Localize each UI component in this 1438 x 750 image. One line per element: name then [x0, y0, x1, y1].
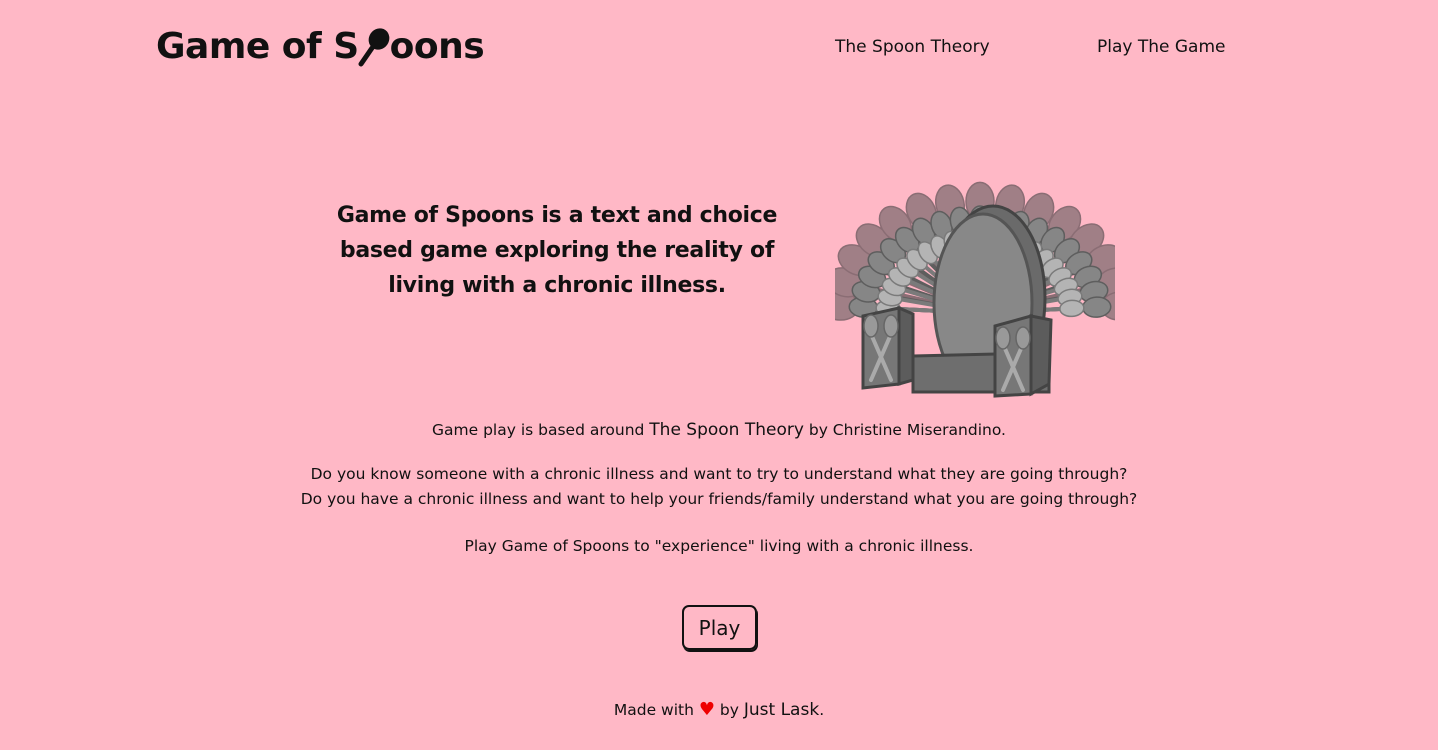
site-logo[interactable]: Game of S oons: [156, 26, 485, 67]
footer-prefix: Made with: [613, 701, 699, 719]
footer: Made with ♥ by Just Lask.: [0, 699, 1438, 720]
hero-tagline: Game of Spoons is a text and choice base…: [336, 203, 778, 298]
play-button[interactable]: Play: [682, 605, 757, 650]
spoon-theory-link[interactable]: The Spoon Theory: [649, 420, 804, 440]
intro-cta-text: Play Game of Spoons to "experience" livi…: [464, 537, 974, 555]
nav-play-the-game[interactable]: Play The Game: [1097, 37, 1226, 57]
intro-question-1: Do you know someone with a chronic illne…: [310, 465, 1128, 483]
spoon-icon: [358, 27, 390, 66]
logo-text-start: Game of S: [156, 26, 359, 67]
heart-icon: ♥: [698, 699, 715, 720]
intro-based-on: Game play is based around The Spoon Theo…: [0, 420, 1438, 440]
logo-text-end: oons: [389, 26, 485, 67]
spoon-throne-image: [835, 181, 1115, 398]
footer-suffix: .: [819, 701, 825, 719]
intro-based-prefix: Game play is based around: [432, 421, 650, 439]
nav-spoon-theory[interactable]: The Spoon Theory: [835, 37, 990, 57]
intro-based-suffix: by Christine Miserandino.: [803, 421, 1006, 439]
intro-questions: Do you know someone with a chronic illne…: [0, 462, 1438, 512]
intro-question-2: Do you have a chronic illness and want t…: [300, 490, 1138, 508]
author-link[interactable]: Just Lask: [744, 700, 819, 720]
footer-middle: by: [715, 701, 744, 719]
